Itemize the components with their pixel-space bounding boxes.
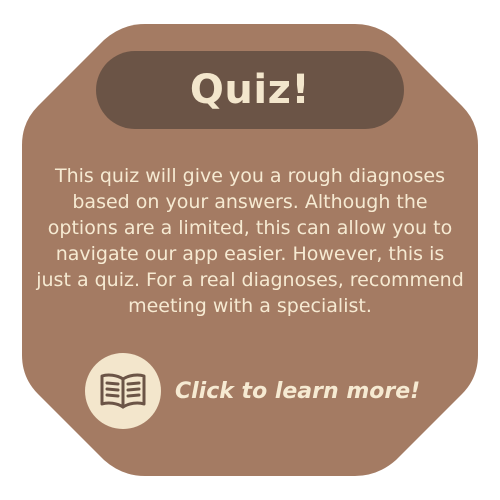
quiz-card-stage: Quiz! This quiz will give you a rough di… (0, 0, 500, 500)
quiz-description: This quiz will give you a rough diagnose… (36, 165, 464, 317)
book-icon (100, 373, 146, 409)
book-icon-circle[interactable] (85, 353, 161, 429)
title-banner: Quiz! (96, 51, 404, 129)
learn-more-button[interactable]: Click to learn more! (85, 353, 425, 429)
card-title: Quiz! (189, 67, 311, 113)
learn-more-label[interactable]: Click to learn more! (175, 379, 420, 404)
